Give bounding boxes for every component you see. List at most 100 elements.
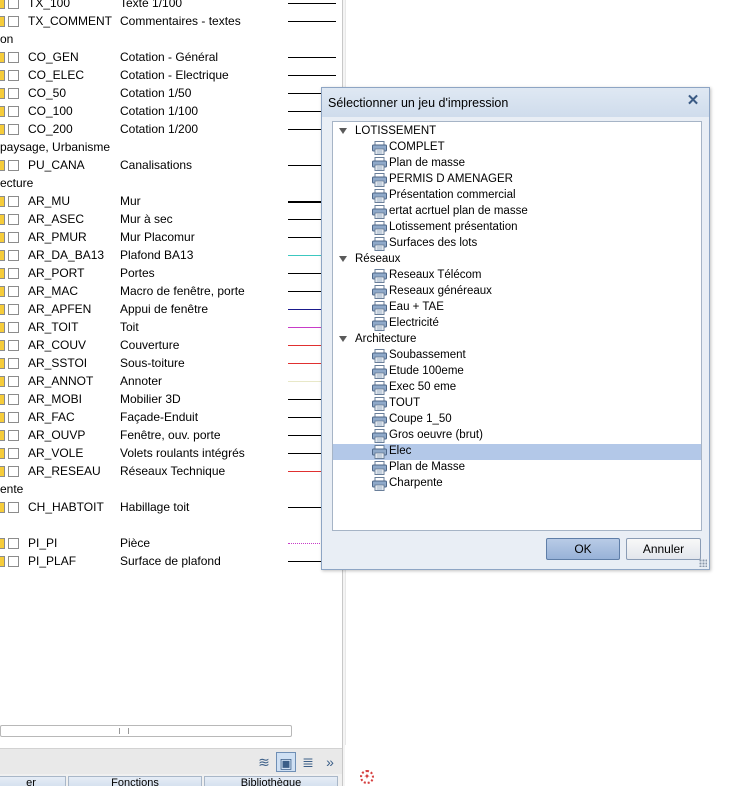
tree-item[interactable]: Coupe 1_50 xyxy=(333,412,701,428)
layer-lock-checkbox[interactable] xyxy=(8,0,19,9)
layer-lock-checkbox[interactable] xyxy=(8,376,19,387)
print-set-view-icon[interactable]: ▣ xyxy=(276,752,296,772)
layer-visibility-checkbox[interactable] xyxy=(0,556,5,567)
cancel-button[interactable]: Annuler xyxy=(626,538,701,560)
layer-row[interactable]: AR_MU Mur xyxy=(0,192,342,210)
print-set-tree[interactable]: LOTISSEMENT COMPLET Plan de masse PERMIS D … xyxy=(332,121,702,531)
layer-visibility-checkbox[interactable] xyxy=(0,214,5,225)
layer-row[interactable]: AR_PORT Portes xyxy=(0,264,342,282)
layer-lock-checkbox[interactable] xyxy=(8,232,19,243)
layer-visibility-checkbox[interactable] xyxy=(0,466,5,477)
layer-row[interactable]: CO_ELEC Cotation - Electrique xyxy=(0,66,342,84)
layer-lock-checkbox[interactable] xyxy=(8,196,19,207)
tree-item[interactable]: COMPLET xyxy=(333,140,701,156)
layer-row[interactable]: TX_COMMENT Commentaires - textes xyxy=(0,12,342,30)
tree-item[interactable]: Charpente xyxy=(333,476,701,492)
layer-lock-checkbox[interactable] xyxy=(8,358,19,369)
layer-visibility-checkbox[interactable] xyxy=(0,0,5,9)
layer-lock-checkbox[interactable] xyxy=(8,502,19,513)
layer-lock-checkbox[interactable] xyxy=(8,70,19,81)
layer-lock-checkbox[interactable] xyxy=(8,52,19,63)
layer-visibility-checkbox[interactable] xyxy=(0,448,5,459)
layer-row[interactable]: AR_RESEAU Réseaux Technique xyxy=(0,462,342,480)
layer-visibility-checkbox[interactable] xyxy=(0,52,5,63)
layer-lock-checkbox[interactable] xyxy=(8,538,19,549)
tree-item[interactable]: Présentation commercial xyxy=(333,188,701,204)
tree-item[interactable]: Surfaces des lots xyxy=(333,236,701,252)
expand-arrow-icon[interactable] xyxy=(339,128,347,134)
layer-row[interactable]: TX_100 Texte 1/100 xyxy=(0,0,342,12)
layer-row[interactable]: AR_ANNOT Annoter xyxy=(0,372,342,390)
layer-visibility-checkbox[interactable] xyxy=(0,394,5,405)
layer-lock-checkbox[interactable] xyxy=(8,124,19,135)
layer-lock-checkbox[interactable] xyxy=(8,88,19,99)
layer-lock-checkbox[interactable] xyxy=(8,16,19,27)
layer-lock-checkbox[interactable] xyxy=(8,322,19,333)
layer-visibility-checkbox[interactable] xyxy=(0,16,5,27)
layer-lock-checkbox[interactable] xyxy=(8,430,19,441)
tree-item[interactable]: PERMIS D AMENAGER xyxy=(333,172,701,188)
tree-item[interactable]: Electricité xyxy=(333,316,701,332)
layer-visibility-checkbox[interactable] xyxy=(0,340,5,351)
layer-row[interactable]: CO_200 Cotation 1/200 xyxy=(0,120,342,138)
layer-visibility-checkbox[interactable] xyxy=(0,358,5,369)
close-icon[interactable]: ✕ xyxy=(685,93,701,109)
layer-visibility-checkbox[interactable] xyxy=(0,304,5,315)
layer-lock-checkbox[interactable] xyxy=(8,394,19,405)
layer-lock-checkbox[interactable] xyxy=(8,304,19,315)
layer-lock-checkbox[interactable] xyxy=(8,412,19,423)
layer-row[interactable]: AR_COUV Couverture xyxy=(0,336,342,354)
scrollbar-grip[interactable] xyxy=(119,728,129,734)
layer-visibility-checkbox[interactable] xyxy=(0,268,5,279)
layer-lock-checkbox[interactable] xyxy=(8,268,19,279)
layer-row[interactable]: AR_SSTOI Sous-toiture xyxy=(0,354,342,372)
layer-row[interactable]: PI_PI Pièce xyxy=(0,534,342,552)
layer-visibility-checkbox[interactable] xyxy=(0,430,5,441)
tab-bibliotheque[interactable]: Bibliothèque xyxy=(204,776,338,786)
layer-row[interactable]: PU_CANA Canalisations xyxy=(0,156,342,174)
layer-row[interactable]: AR_DA_BA13 Plafond BA13 xyxy=(0,246,342,264)
ok-button[interactable]: OK xyxy=(546,538,620,560)
layers-list-icon[interactable]: ≣ xyxy=(298,752,318,772)
tree-item[interactable]: Lotissement présentation xyxy=(333,220,701,236)
tree-item[interactable]: Reseaux généreaux xyxy=(333,284,701,300)
tree-item[interactable]: Exec 50 eme xyxy=(333,380,701,396)
layer-lock-checkbox[interactable] xyxy=(8,250,19,261)
tree-item[interactable]: TOUT xyxy=(333,396,701,412)
layer-row[interactable]: AR_VOLE Volets roulants intégrés xyxy=(0,444,342,462)
layer-lock-checkbox[interactable] xyxy=(8,160,19,171)
tree-item[interactable]: Plan de Masse xyxy=(333,460,701,476)
layer-visibility-checkbox[interactable] xyxy=(0,70,5,81)
layer-lock-checkbox[interactable] xyxy=(8,466,19,477)
tree-item[interactable]: Gros oeuvre (brut) xyxy=(333,428,701,444)
tree-item[interactable]: ertat acrtuel plan de masse xyxy=(333,204,701,220)
layer-lock-checkbox[interactable] xyxy=(8,214,19,225)
tree-group[interactable]: LOTISSEMENT xyxy=(333,124,701,140)
layer-visibility-checkbox[interactable] xyxy=(0,286,5,297)
tree-item[interactable]: Etude 100eme xyxy=(333,364,701,380)
tree-group[interactable]: Réseaux xyxy=(333,252,701,268)
layer-visibility-checkbox[interactable] xyxy=(0,250,5,261)
layer-visibility-checkbox[interactable] xyxy=(0,160,5,171)
layer-visibility-checkbox[interactable] xyxy=(0,232,5,243)
expand-arrow-icon[interactable] xyxy=(339,256,347,262)
layer-visibility-checkbox[interactable] xyxy=(0,376,5,387)
layer-row[interactable]: CH_HABTOIT Habillage toit xyxy=(0,498,342,516)
layer-row[interactable]: AR_MOBI Mobilier 3D xyxy=(0,390,342,408)
layer-lock-checkbox[interactable] xyxy=(8,556,19,567)
layers-stack-icon[interactable]: ≋ xyxy=(254,752,274,772)
layer-row[interactable]: CO_GEN Cotation - Général xyxy=(0,48,342,66)
tab-fonctions[interactable]: Fonctions xyxy=(68,776,202,786)
layer-row[interactable]: AR_OUVP Fenêtre, ouv. porte xyxy=(0,426,342,444)
layer-visibility-checkbox[interactable] xyxy=(0,538,5,549)
layer-visibility-checkbox[interactable] xyxy=(0,196,5,207)
tree-item[interactable]: Reseaux Télécom xyxy=(333,268,701,284)
layer-row[interactable]: AR_MAC Macro de fenêtre, porte xyxy=(0,282,342,300)
more-chevron-icon[interactable]: » xyxy=(320,752,340,772)
tree-item[interactable]: Soubassement xyxy=(333,348,701,364)
resize-grip-icon[interactable] xyxy=(699,559,707,567)
layer-visibility-checkbox[interactable] xyxy=(0,124,5,135)
layer-visibility-checkbox[interactable] xyxy=(0,88,5,99)
horizontal-scrollbar[interactable] xyxy=(0,725,292,737)
layer-row[interactable]: CO_50 Cotation 1/50 xyxy=(0,84,342,102)
